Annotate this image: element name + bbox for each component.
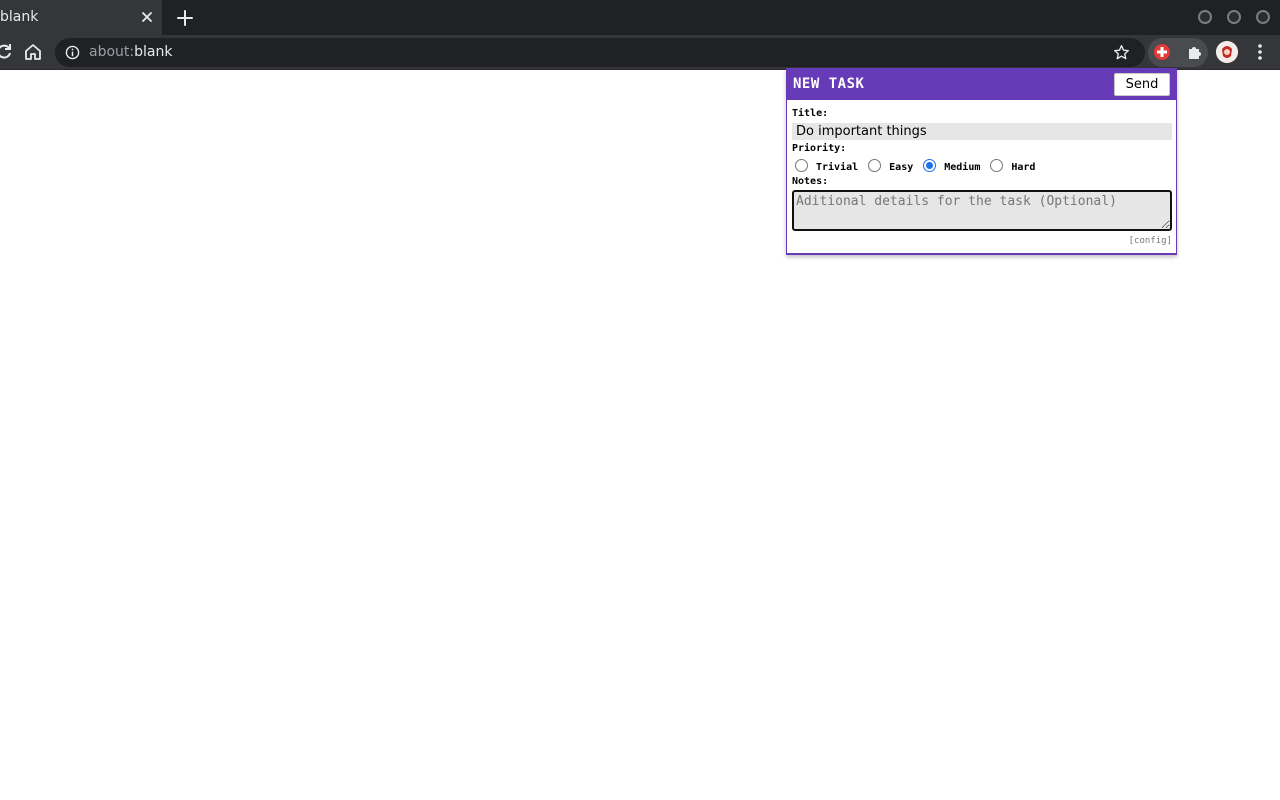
puzzle-icon[interactable] xyxy=(1185,42,1205,62)
browser-tab[interactable]: blank xyxy=(0,0,162,35)
close-icon[interactable] xyxy=(139,9,155,25)
reload-icon[interactable] xyxy=(0,42,14,62)
priority-radio-easy[interactable] xyxy=(868,158,882,172)
priority-radio-hard[interactable] xyxy=(990,158,1004,172)
home-icon[interactable] xyxy=(23,42,43,62)
priority-label-trivial: Trivial xyxy=(816,161,859,173)
avatar-image xyxy=(1216,41,1238,63)
menu-icon[interactable] xyxy=(1250,42,1270,62)
send-button[interactable]: Send xyxy=(1114,73,1170,96)
notes-textarea[interactable] xyxy=(792,190,1172,231)
priority-radio-trivial[interactable] xyxy=(795,158,808,172)
address-bar[interactable]: about:blank xyxy=(55,38,1145,67)
config-link[interactable]: [config] xyxy=(1129,236,1172,246)
url-scheme: about: xyxy=(89,44,135,60)
plus-icon[interactable] xyxy=(175,8,195,28)
popup-title: NEW TASK xyxy=(793,76,865,92)
tab-title: blank xyxy=(0,9,39,25)
close-window-icon[interactable] xyxy=(1256,10,1270,24)
minimize-window-icon[interactable] xyxy=(1198,10,1212,24)
browser-toolbar: about:blank xyxy=(0,35,1280,70)
priority-label-hard: Hard xyxy=(1011,161,1036,173)
priority-radio-medium[interactable] xyxy=(923,158,937,172)
priority-label-easy: Easy xyxy=(889,161,914,173)
popup-header: NEW TASK Send xyxy=(787,69,1176,100)
notes-label: Notes: xyxy=(792,176,829,187)
maximize-window-icon[interactable] xyxy=(1227,10,1241,24)
star-icon[interactable] xyxy=(1113,44,1130,61)
title-label: Title: xyxy=(792,108,829,119)
url-host: blank xyxy=(134,44,173,60)
priority-label: Priority: xyxy=(792,143,847,154)
info-icon[interactable] xyxy=(65,45,80,60)
new-task-popup: NEW TASK Send Title: Priority: Trivial E… xyxy=(786,68,1177,255)
url-text: about:blank xyxy=(89,44,172,60)
priority-radio-group: Trivial Easy Medium Hard xyxy=(795,157,1045,173)
extension-icon[interactable] xyxy=(1152,42,1172,62)
tab-strip: blank xyxy=(0,0,1280,35)
priority-label-medium: Medium xyxy=(944,161,981,173)
avatar[interactable] xyxy=(1216,41,1238,63)
title-input[interactable] xyxy=(792,123,1172,140)
